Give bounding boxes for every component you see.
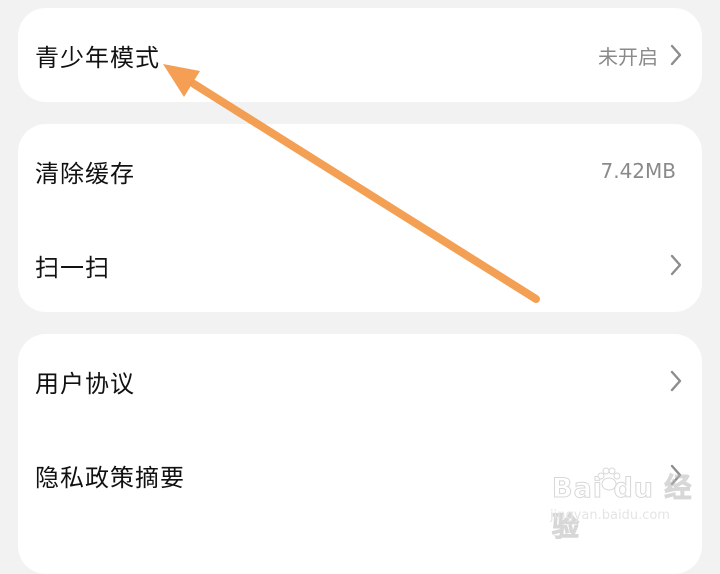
scan-label: 扫一扫 [35,253,110,282]
scan-row[interactable]: 扫一扫 [18,218,702,312]
user-agreement-label: 用户协议 [35,369,135,398]
clear-cache-row[interactable]: 清除缓存 7.42MB [18,124,702,218]
teen-mode-label: 青少年模式 [35,43,160,72]
settings-card-teen: 青少年模式 未开启 [18,8,702,102]
chevron-right-icon [670,253,682,277]
privacy-summary-label: 隐私政策摘要 [35,463,185,492]
privacy-summary-row[interactable]: 隐私政策摘要 [18,428,702,522]
clear-cache-label: 清除缓存 [35,159,135,188]
teen-mode-row[interactable]: 青少年模式 未开启 [18,8,702,102]
chevron-right-icon [670,43,682,67]
user-agreement-row[interactable]: 用户协议 [18,334,702,428]
chevron-right-icon [670,463,682,487]
cache-size-value: 7.42MB [600,159,676,183]
settings-card-tools: 清除缓存 7.42MB 扫一扫 [18,124,702,312]
chevron-right-icon [670,369,682,393]
teen-mode-status: 未开启 [598,44,658,69]
settings-card-legal: 用户协议 隐私政策摘要 [18,334,702,574]
